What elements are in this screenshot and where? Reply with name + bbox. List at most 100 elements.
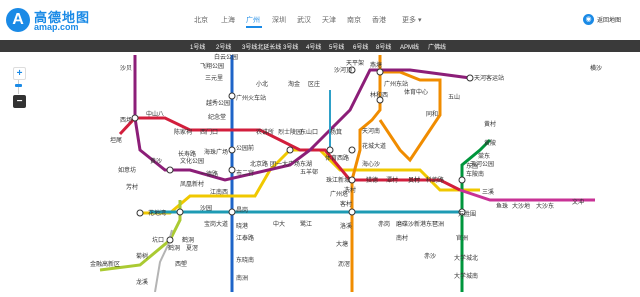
station-label-guangzhou-railway: 广州火车站 bbox=[236, 94, 266, 102]
station-label-shayuan: 沙园 bbox=[200, 205, 212, 212]
station-label-yide-road: 一德路 bbox=[200, 170, 218, 178]
station-guangzhou-railway[interactable] bbox=[228, 92, 236, 100]
station-changgang[interactable] bbox=[228, 208, 236, 216]
city-tab-shenzhen[interactable]: 深圳 bbox=[272, 15, 286, 25]
city-tab-nanjing[interactable]: 南京 bbox=[347, 15, 361, 25]
station-guangzhou-east[interactable] bbox=[376, 68, 384, 76]
station-label-nanzhou: 南洲 bbox=[236, 274, 248, 282]
station-label-dongxiao-south: 东晓南 bbox=[236, 256, 254, 264]
station-label-hedong-2: 鹤洞 bbox=[168, 244, 180, 252]
station-label-university-north: 大学城北 bbox=[454, 254, 478, 262]
station-label-longxi: 龙溪 bbox=[136, 278, 148, 286]
station-label-xiaogang: 晓港 bbox=[236, 222, 248, 230]
line-button-2[interactable]: 2号线 bbox=[216, 42, 231, 51]
station-label-huangcun: 黄村 bbox=[484, 120, 496, 128]
zoom-slider-handle[interactable] bbox=[15, 84, 22, 87]
station-chebeinan[interactable] bbox=[458, 176, 466, 184]
station-label-culture-park: 文化公园 bbox=[180, 157, 204, 165]
city-tab-shanghai[interactable]: 上海 bbox=[221, 15, 235, 25]
station-label-tianhe-coach: 天河客运站 bbox=[474, 74, 504, 82]
station-label-tanwei: 坦尾 bbox=[110, 136, 122, 144]
line-button-guangfo[interactable]: 广佛线 bbox=[428, 42, 446, 51]
station-label-lijiao: 沥滘 bbox=[338, 260, 350, 268]
city-tab-beijing[interactable]: 北京 bbox=[194, 15, 208, 25]
station-label-canton-tower: 广州塔 bbox=[330, 190, 348, 198]
station-label-chenjiaci: 陈家祠 bbox=[174, 128, 192, 136]
station-sports-west[interactable] bbox=[348, 146, 356, 154]
station-label-jiangnan-west: 江南西 bbox=[210, 188, 228, 196]
station-label-yangji: 杨箕 bbox=[330, 128, 342, 136]
station-label-zhongshanba: 中山八 bbox=[146, 110, 164, 118]
zoom-out-button[interactable]: − bbox=[13, 95, 26, 108]
station-label-beijing-road: 北京路 bbox=[250, 160, 268, 168]
station-label-hedong: 鹤洞 bbox=[182, 236, 194, 244]
city-tab-hongkong[interactable]: 香港 bbox=[372, 15, 386, 25]
station-label-chisha: 赤沙 bbox=[424, 253, 436, 260]
line-button-1[interactable]: 1号线 bbox=[190, 42, 205, 51]
station-kengkou-west[interactable] bbox=[166, 166, 174, 174]
station-label-gongyuanqian: 公园前 bbox=[236, 144, 254, 152]
station-label-huacheng-avenue: 花城大道 bbox=[362, 142, 386, 150]
more-cities-dropdown[interactable]: 更多 ▾ bbox=[402, 15, 421, 25]
subway-map[interactable]: 白云公园 飞翔公园 三元里 广州火车站 小北 淘金 区庄 天平架 燕塘 天河客运… bbox=[0, 52, 640, 293]
station-tianhe-coach[interactable] bbox=[466, 74, 474, 82]
line-button-3[interactable]: 3号线 bbox=[283, 42, 298, 51]
station-label-ximenkou: 西门口 bbox=[200, 128, 218, 136]
station-shayuan[interactable] bbox=[176, 208, 184, 216]
station-label-jiangtai-road: 江泰路 bbox=[236, 234, 254, 242]
station-label-yuzhu: 鱼珠 bbox=[496, 202, 508, 210]
station-label-sports-center: 体育中心 bbox=[404, 88, 428, 96]
station-label-yuexiu-park: 越秀公园 bbox=[206, 99, 230, 107]
station-dongshankou[interactable] bbox=[286, 146, 294, 154]
city-tab-tianjin[interactable]: 天津 bbox=[322, 15, 336, 25]
subway-map-canvas[interactable]: 白云公园 飞翔公园 三元里 广州火车站 小北 淘金 区庄 天平架 燕塘 天河客运… bbox=[0, 52, 640, 293]
station-label-chigang: 赤岗 bbox=[378, 221, 390, 228]
station-label-zhujiang-new-town: 珠江新城 bbox=[326, 176, 350, 184]
zoom-slider-track[interactable] bbox=[18, 80, 19, 94]
line-button-apm[interactable]: APM线 bbox=[400, 42, 419, 51]
station-label-haixinsha: 海心沙 bbox=[362, 160, 380, 168]
station-label-donghu: 东湖 bbox=[300, 160, 312, 168]
station-yangji[interactable] bbox=[326, 146, 334, 154]
station-xilang[interactable] bbox=[166, 236, 174, 244]
station-label-university-south: 大学城南 bbox=[454, 272, 478, 280]
line-3-path bbox=[350, 55, 382, 292]
line-selector-bar: 1号线 2号线 3号线北延长线 3号线 4号线 5号线 6号线 8号线 APM线… bbox=[0, 40, 640, 52]
station-haizhu-square[interactable] bbox=[228, 166, 236, 174]
line-button-3-north[interactable]: 3号线北延长线 bbox=[242, 42, 281, 51]
station-kengkou[interactable] bbox=[136, 209, 144, 217]
station-label-tianhe-park: 天河公园 bbox=[470, 160, 494, 168]
station-xichang[interactable] bbox=[131, 114, 139, 122]
station-label-tianpingjia: 天平架 bbox=[346, 59, 364, 67]
city-tab-guangzhou[interactable]: 广州 bbox=[246, 15, 260, 25]
station-label-martyrs-park: 烈士陵园 bbox=[278, 128, 302, 136]
station-label-jushu: 菊树 bbox=[136, 252, 148, 260]
brand-domain: amap.com bbox=[34, 22, 79, 32]
line-button-6[interactable]: 6号线 bbox=[353, 42, 368, 51]
station-label-guanzhou: 官洲 bbox=[456, 234, 468, 242]
station-label-taojin: 淘金 bbox=[288, 80, 300, 88]
zoom-in-button[interactable]: + bbox=[13, 67, 26, 80]
station-label-dashadong: 大沙东 bbox=[536, 202, 554, 210]
station-label-kecun: 客村 bbox=[340, 200, 352, 208]
station-label-pazhou: 琶洲 bbox=[432, 221, 444, 228]
station-label-nancun: 南村 bbox=[396, 234, 408, 242]
station-label-feixiang-park: 飞翔公园 bbox=[200, 62, 224, 70]
station-label-dongshankou: 东山口 bbox=[300, 128, 318, 136]
station-label-tancun: 潭村 bbox=[386, 176, 398, 184]
city-tab-wuhan[interactable]: 武汉 bbox=[297, 15, 311, 25]
station-kecun[interactable] bbox=[348, 208, 356, 216]
station-label-hengsha: 横沙 bbox=[590, 64, 602, 72]
active-city-indicator bbox=[246, 26, 262, 28]
station-label-tonghe: 同和 bbox=[426, 110, 438, 118]
logo[interactable]: A 高德地图 amap.com bbox=[6, 8, 106, 34]
line-button-4[interactable]: 4号线 bbox=[306, 42, 321, 51]
line-button-5[interactable]: 5号线 bbox=[329, 42, 344, 51]
station-label-zhongda: 中大 bbox=[273, 220, 285, 228]
station-label-sanyuanli: 三元里 bbox=[205, 75, 223, 82]
station-label-nongjiangsuo: 农讲所 bbox=[256, 128, 274, 136]
station-label-wuyangcun: 五羊邨 bbox=[300, 168, 318, 176]
more-label: 更多 bbox=[402, 17, 416, 24]
line-button-8[interactable]: 8号线 bbox=[376, 42, 391, 51]
station-gongyuanqian[interactable] bbox=[228, 146, 236, 154]
